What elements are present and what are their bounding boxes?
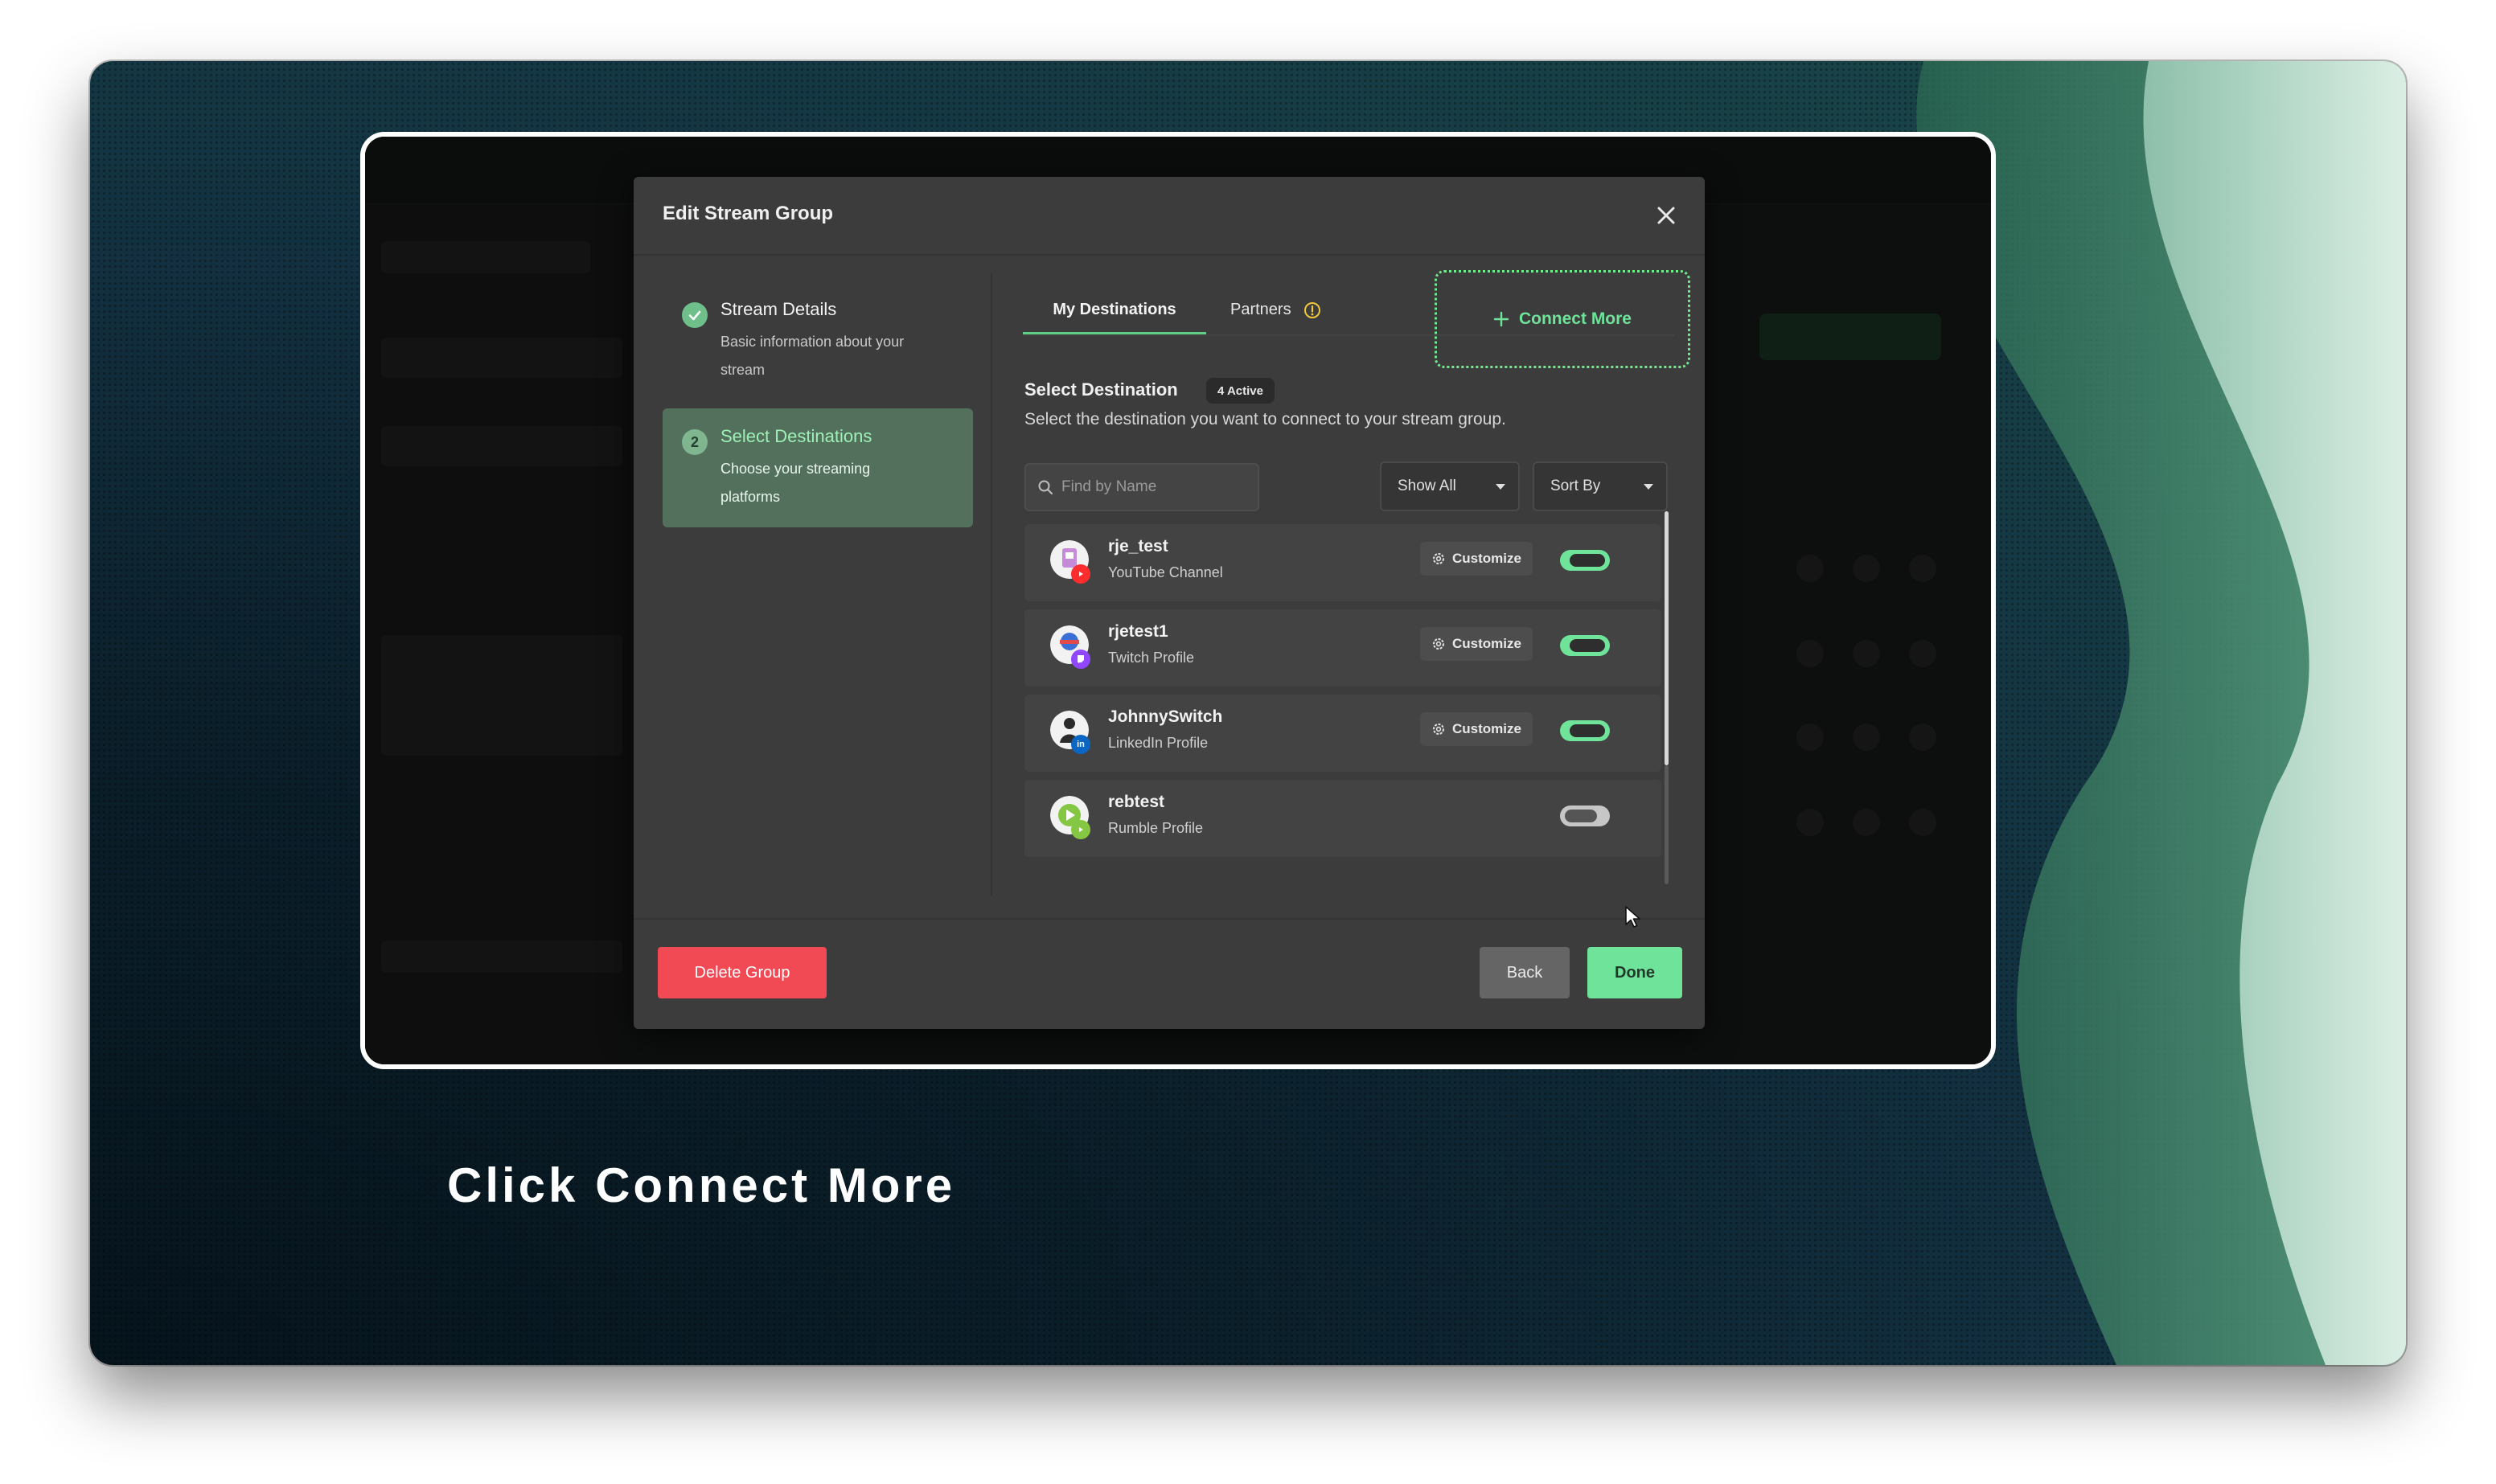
plus-icon — [1493, 311, 1509, 327]
step-description-line: Basic information about your — [720, 334, 905, 350]
destination-type: YouTube Channel — [1108, 564, 1223, 580]
close-button[interactable] — [1652, 201, 1681, 230]
step-number-badge: 2 — [682, 429, 708, 455]
toggle-knob — [1570, 554, 1605, 567]
destination-type: LinkedIn Profile — [1108, 735, 1209, 751]
rumble-icon — [1071, 820, 1090, 839]
gear-icon — [1433, 638, 1444, 650]
tab-partners-label: Partners — [1230, 301, 1291, 318]
step-title: Select Destinations — [720, 426, 872, 446]
customize-label: Customize — [1452, 721, 1521, 736]
modal-header: Edit Stream Group — [634, 177, 1705, 256]
destination-row[interactable]: rje_test YouTube Channel Customize — [1024, 524, 1661, 601]
active-count-badge: 4 Active — [1206, 378, 1275, 404]
edit-stream-group-modal: Edit Stream Group Stream Details Basic i… — [634, 177, 1705, 1029]
search-input[interactable] — [1061, 478, 1238, 496]
linkedin-icon: in — [1071, 735, 1090, 754]
step-stream-details[interactable]: Stream Details Basic information about y… — [663, 281, 973, 400]
toggle-knob — [1570, 724, 1605, 737]
done-button[interactable]: Done — [1587, 947, 1682, 998]
destination-toggle[interactable] — [1560, 806, 1610, 826]
step-description: Basic information about your stream — [720, 328, 957, 384]
youtube-icon — [1071, 564, 1090, 584]
gear-icon — [1433, 724, 1444, 735]
tutorial-caption: Click Connect More — [447, 1158, 956, 1212]
destination-row[interactable]: rebtest Rumble Profile — [1024, 780, 1661, 857]
app-screen: Edit Stream Group Stream Details Basic i… — [360, 132, 1996, 1069]
destination-toggle[interactable] — [1560, 550, 1610, 571]
destination-type: Twitch Profile — [1108, 650, 1195, 666]
destination-name: rjetest1 — [1108, 622, 1168, 641]
destination-row[interactable]: rjetest1 Twitch Profile Customize — [1024, 609, 1661, 687]
destination-type: Rumble Profile — [1108, 820, 1204, 836]
select-destination-title: Select Destination — [1024, 379, 1178, 400]
search-box[interactable] — [1024, 463, 1259, 511]
select-destination-subtitle: Select the destination you want to conne… — [1024, 410, 1506, 428]
toggle-knob — [1570, 639, 1605, 652]
destination-toggle[interactable] — [1560, 635, 1610, 656]
destination-name: rje_test — [1108, 537, 1168, 555]
sort-value: Sort By — [1550, 478, 1601, 494]
wizard-steps: Stream Details Basic information about y… — [663, 281, 973, 535]
delete-group-button[interactable]: Delete Group — [658, 947, 827, 998]
destination-list: rje_test YouTube Channel Customize rjete… — [1024, 524, 1661, 881]
customize-button[interactable]: Customize — [1420, 542, 1533, 576]
step-select-destinations[interactable]: 2 Select Destinations Choose your stream… — [663, 408, 973, 527]
customize-label: Customize — [1452, 636, 1521, 651]
destination-name: JohnnySwitch — [1108, 707, 1223, 726]
twitch-icon — [1071, 650, 1090, 669]
show-filter-value: Show All — [1398, 478, 1456, 494]
step-description: Choose your streaming platforms — [720, 455, 957, 511]
caret-down-icon — [1496, 483, 1505, 490]
modal-footer: Delete Group Back Done — [634, 918, 1705, 1029]
back-button[interactable]: Back — [1480, 947, 1570, 998]
step-title: Stream Details — [720, 299, 837, 319]
tab-my-destinations[interactable]: My Destinations — [1023, 286, 1206, 334]
divider — [991, 273, 992, 896]
destination-toggle[interactable] — [1560, 720, 1610, 741]
modal-title: Edit Stream Group — [663, 203, 834, 224]
destination-name: rebtest — [1108, 793, 1165, 811]
customize-label: Customize — [1452, 551, 1521, 566]
show-filter-dropdown[interactable]: Show All — [1380, 461, 1520, 511]
scrollbar-track — [1665, 765, 1669, 884]
gear-icon — [1433, 553, 1444, 564]
list-scrollbar[interactable] — [1663, 511, 1669, 884]
toggle-knob — [1565, 810, 1597, 822]
step-description-line: Choose your streaming — [720, 461, 871, 477]
step-description-line: platforms — [720, 489, 781, 505]
connect-more-button[interactable]: Connect More — [1435, 270, 1690, 368]
check-icon — [682, 302, 708, 328]
connect-more-label: Connect More — [1518, 310, 1632, 328]
search-icon — [1038, 480, 1053, 495]
info-icon — [1304, 301, 1321, 318]
caret-down-icon — [1644, 483, 1653, 490]
close-icon — [1657, 207, 1675, 224]
mouse-cursor-icon — [1625, 906, 1640, 928]
customize-button[interactable]: Customize — [1420, 712, 1533, 746]
destination-row[interactable]: in JohnnySwitch LinkedIn Profile Customi… — [1024, 695, 1661, 772]
tab-partners[interactable]: Partners — [1230, 286, 1343, 334]
customize-button[interactable]: Customize — [1420, 627, 1533, 661]
step-description-line: stream — [720, 362, 766, 378]
scrollbar-thumb[interactable] — [1665, 511, 1669, 765]
sort-dropdown[interactable]: Sort By — [1533, 461, 1668, 511]
